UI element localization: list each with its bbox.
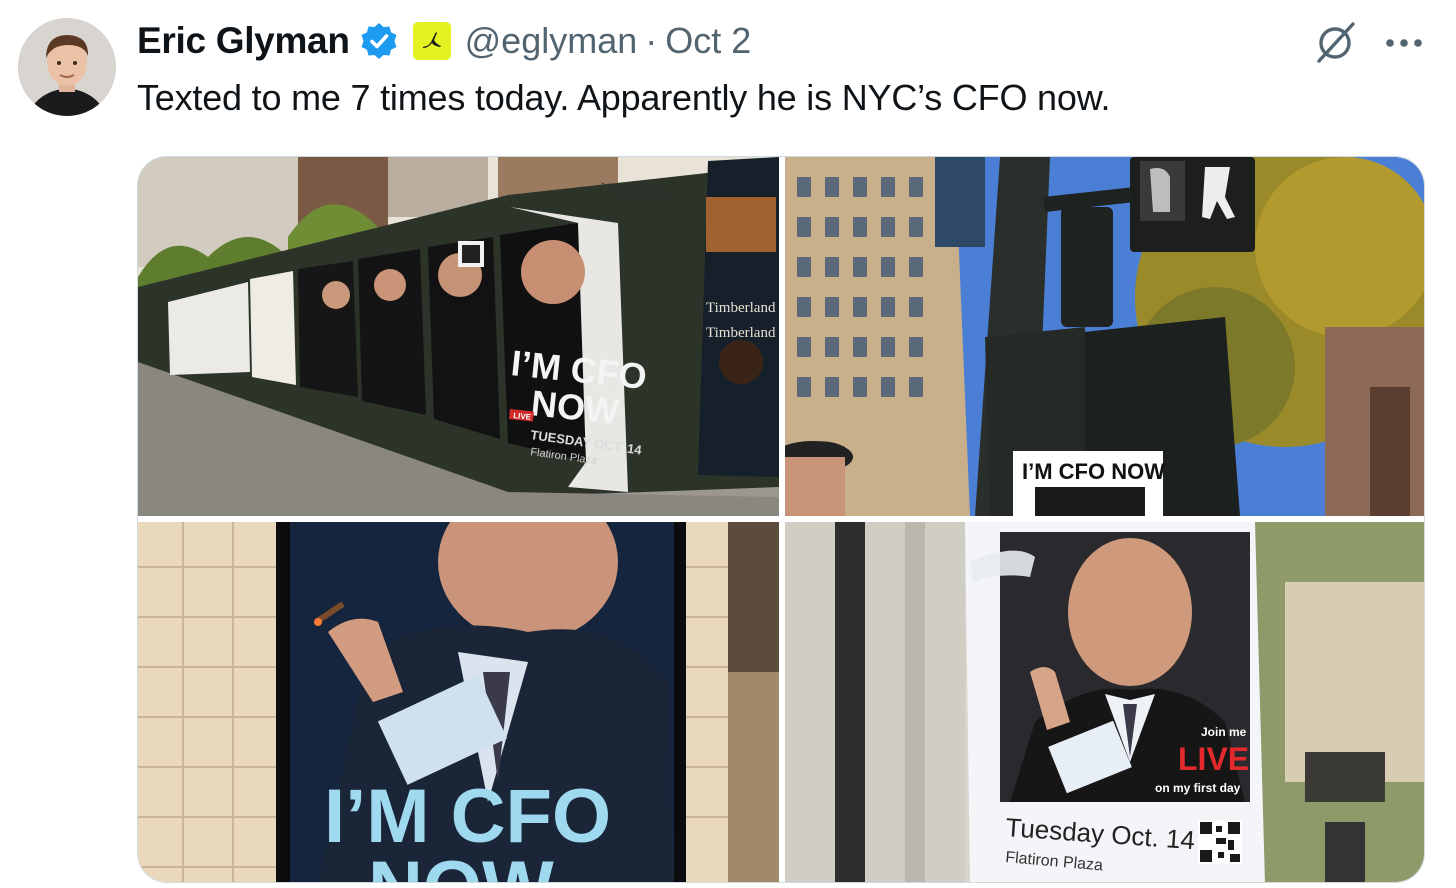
photo-posters-wall[interactable]: I’M CFO NOW LIVE TUESDAY OCT. 14 Flatiro… — [138, 157, 779, 516]
avatar-image — [18, 18, 116, 116]
poster-headline-line2: NOW — [368, 846, 554, 883]
tweet-text: Texted to me 7 times today. Apparently h… — [137, 77, 1111, 118]
tweet-date[interactable]: Oct 2 — [665, 20, 751, 62]
author-avatar[interactable] — [18, 18, 116, 116]
flyer-first-day-text: on my first day — [1155, 781, 1241, 795]
photo-flyer[interactable]: Join me LIVE on my first day Tuesday Oct… — [785, 522, 1424, 882]
flyer-live-text: LIVE — [1178, 741, 1249, 777]
separator-dot: · — [645, 20, 658, 61]
more-options-icon[interactable] — [1378, 18, 1430, 66]
author-name[interactable]: Eric Glyman — [137, 20, 350, 62]
grok-icon[interactable] — [1312, 18, 1360, 66]
author-handle[interactable]: @eglyman — [465, 20, 638, 62]
timberland-ad-text-2: Timberland — [706, 325, 776, 341]
ramp-affiliate-icon[interactable] — [412, 22, 451, 60]
media-grid: I’M CFO NOW LIVE TUESDAY OCT. 14 Flatiro… — [137, 156, 1425, 883]
photo-signal-pole[interactable]: I’M CFO NOW — [785, 157, 1424, 516]
sticker-text: I’M CFO NOW — [1022, 459, 1165, 484]
timberland-ad-text: Timberland — [706, 300, 776, 316]
poster-live-label: LIVE — [513, 411, 532, 422]
verified-badge-icon[interactable] — [359, 21, 399, 61]
flyer-join-text: Join me — [1201, 725, 1247, 739]
photo-subway-poster[interactable]: I’M CFO NOW — [138, 522, 779, 883]
tweet-header: Eric Glyman @eglyman · Oct 2 — [137, 16, 751, 66]
